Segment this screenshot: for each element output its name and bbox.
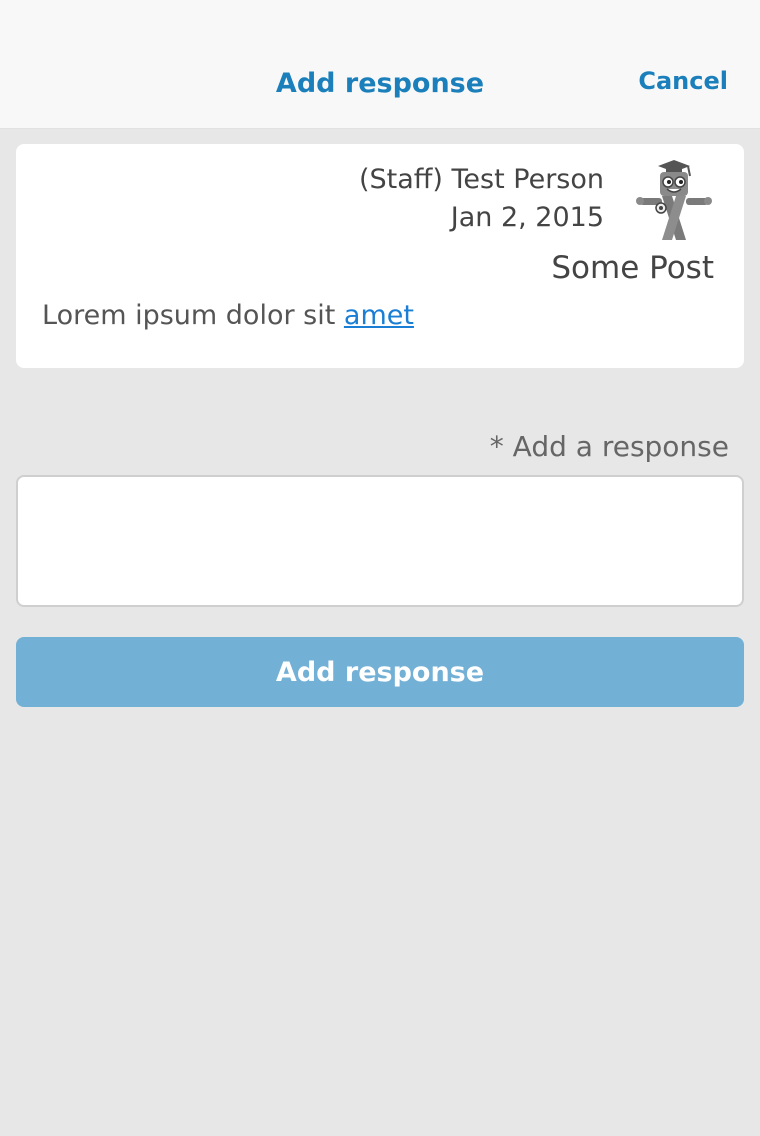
post-body-link[interactable]: amet	[344, 300, 414, 331]
post-body: Lorem ipsum dolor sit amet	[42, 300, 414, 331]
cancel-button[interactable]: Cancel	[638, 67, 728, 95]
post-title: Some Post	[551, 250, 714, 286]
response-field-label: * Add a response	[489, 430, 729, 463]
add-response-button[interactable]: Add response	[16, 637, 744, 707]
post-body-text: Lorem ipsum dolor sit	[42, 300, 344, 331]
post-date: Jan 2, 2015	[450, 202, 604, 233]
navigation-bar: Add response Cancel	[0, 0, 760, 129]
post-card: (Staff) Test Person Jan 2, 2015 Some Pos…	[16, 144, 744, 368]
response-input[interactable]	[16, 475, 744, 607]
mascot-graduate-icon	[636, 160, 712, 240]
post-author: (Staff) Test Person	[358, 164, 604, 195]
